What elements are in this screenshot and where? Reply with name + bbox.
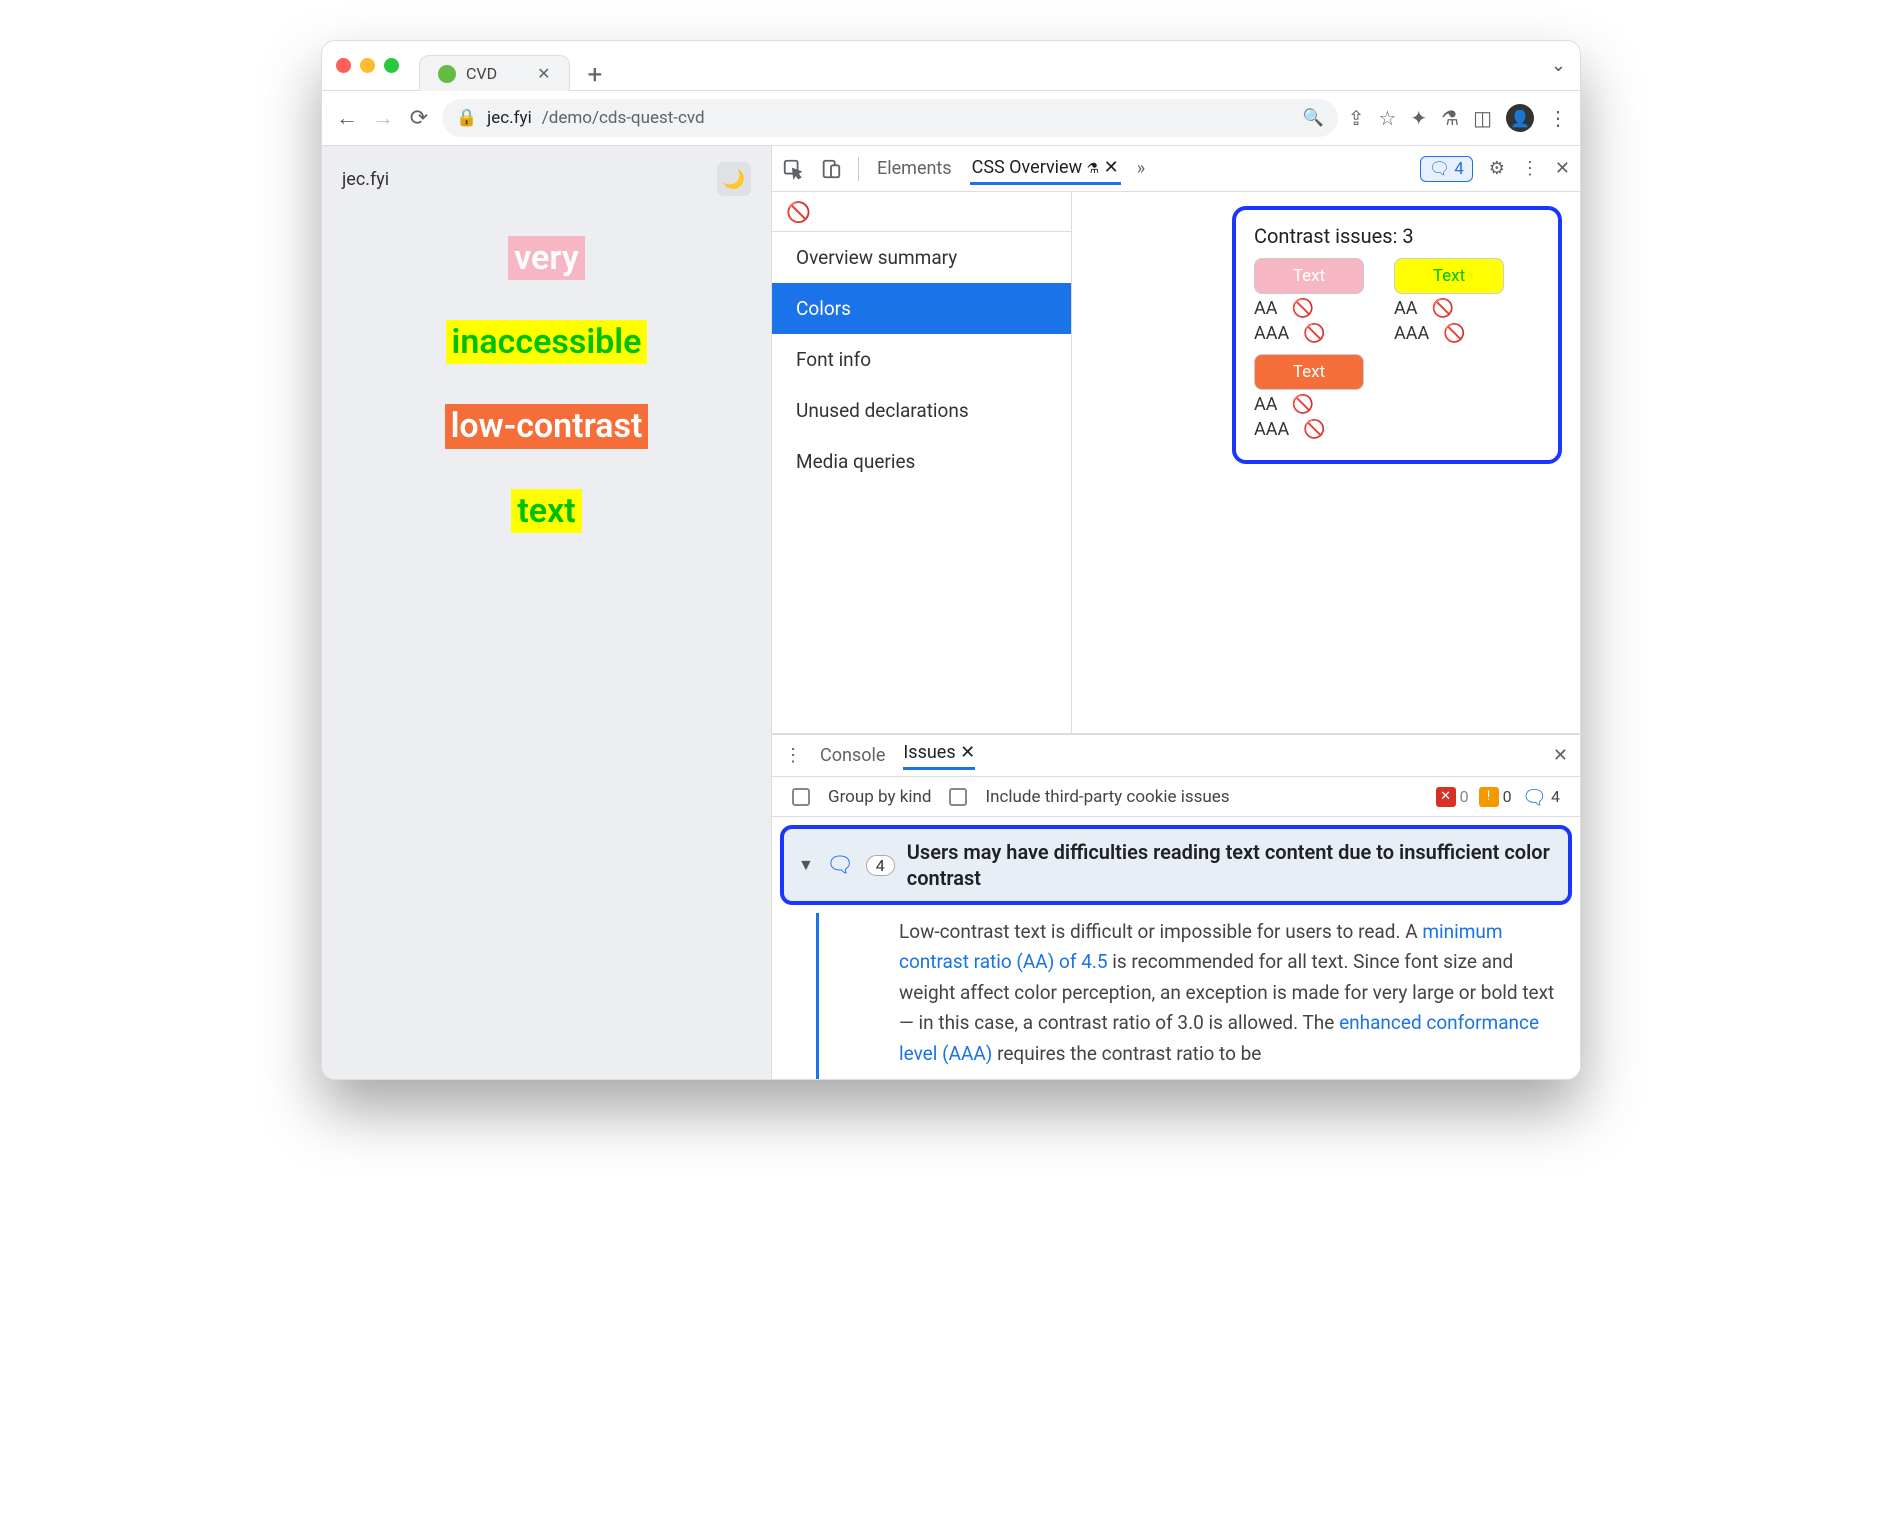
contrast-swatch[interactable]: Text <box>1254 258 1364 294</box>
issue-icon: 🗨 <box>826 853 854 878</box>
tab-title: CVD <box>466 64 497 83</box>
menu-icon[interactable]: ⋮ <box>1548 106 1568 130</box>
error-icon: ✕ <box>1436 787 1456 807</box>
prohibited-icon: 🚫 <box>1431 298 1453 319</box>
kebab-menu-icon[interactable]: ⋮ <box>1521 158 1539 179</box>
devtools-toolbar: Elements CSS Overview ⚗ ✕ » 🗨4 ⚙ ⋮ ✕ <box>772 146 1580 192</box>
prohibited-icon: 🚫 <box>1303 323 1325 344</box>
info-icon: 🗨 <box>1522 785 1547 809</box>
url-input[interactable]: 🔒 jec.fyi/demo/cds-quest-cvd 🔍 <box>442 99 1338 137</box>
bookmark-icon[interactable]: ☆ <box>1378 106 1396 130</box>
sidebar-item-colors[interactable]: Colors <box>772 283 1071 334</box>
minimize-window-button[interactable] <box>360 58 375 73</box>
rendered-page: jec.fyi 🌙 very inaccessible low-contrast… <box>322 146 772 1079</box>
theme-toggle[interactable]: 🌙 <box>717 162 751 196</box>
favicon <box>438 65 456 83</box>
profile-avatar[interactable]: 👤 <box>1506 104 1534 132</box>
issue-description: Low-contrast text is difficult or imposs… <box>816 913 1580 1079</box>
tabs-overflow-icon[interactable]: ⌄ <box>1551 55 1566 76</box>
sidebar-item-font-info[interactable]: Font info <box>772 334 1071 385</box>
url-domain: jec.fyi <box>487 108 532 128</box>
sample-text: inaccessible <box>446 320 648 364</box>
issue-icon: 🗨 <box>1429 159 1451 179</box>
extensions-icon[interactable]: ✦ <box>1410 106 1427 130</box>
sample-text: text <box>511 489 581 533</box>
close-drawer-icon[interactable]: ✕ <box>1553 745 1568 766</box>
devtools-panel: Elements CSS Overview ⚗ ✕ » 🗨4 ⚙ ⋮ ✕ 🚫 O… <box>772 146 1580 1079</box>
titlebar: CVD ✕ + ⌄ <box>322 41 1580 91</box>
more-tabs-icon[interactable]: » <box>1137 158 1145 179</box>
label-include-third-party: Include third-party cookie issues <box>985 787 1229 807</box>
issue-row[interactable]: ▼ 🗨 4 Users may have difficulties readin… <box>780 825 1572 905</box>
issue-title: Users may have difficulties reading text… <box>907 839 1554 891</box>
device-icon[interactable] <box>820 158 842 180</box>
sample-text: very <box>508 236 585 280</box>
drawer-menu-icon[interactable]: ⋮ <box>784 745 802 766</box>
new-tab-button[interactable]: + <box>578 60 613 90</box>
labs-icon[interactable]: ⚗ <box>1441 106 1459 130</box>
tab-elements[interactable]: Elements <box>875 154 954 183</box>
contrast-issues-box: Contrast issues: 3 Text AA🚫 AAA🚫 Text AA… <box>1232 206 1562 464</box>
settings-icon[interactable]: ⚙ <box>1489 158 1505 179</box>
devtools-drawer: ⋮ Console Issues ✕ ✕ Group by kind Inclu… <box>772 734 1580 1079</box>
lock-icon: 🔒 <box>456 108 477 128</box>
reload-button[interactable]: ⟳ <box>406 105 432 131</box>
site-name: jec.fyi <box>342 169 389 190</box>
tab-console[interactable]: Console <box>820 745 885 766</box>
browser-tab[interactable]: CVD ✕ <box>419 55 570 91</box>
browser-window: CVD ✕ + ⌄ ← → ⟳ 🔒 jec.fyi/demo/cds-quest… <box>321 40 1581 1080</box>
disclosure-triangle-icon[interactable]: ▼ <box>798 855 814 875</box>
close-icon[interactable]: ✕ <box>960 742 975 763</box>
prohibited-icon: 🚫 <box>1443 323 1465 344</box>
contrast-swatch[interactable]: Text <box>1254 354 1364 390</box>
zoom-window-button[interactable] <box>384 58 399 73</box>
issue-count-badge: 4 <box>866 855 895 876</box>
issues-counter[interactable]: 🗨4 <box>1420 156 1473 182</box>
url-path: /demo/cds-quest-cvd <box>542 108 705 128</box>
prohibited-icon: 🚫 <box>1303 419 1325 440</box>
window-controls <box>336 58 399 73</box>
sidebar-item-media-queries[interactable]: Media queries <box>772 436 1071 487</box>
checkbox-include-third-party[interactable] <box>949 788 967 806</box>
prohibited-icon: 🚫 <box>1291 394 1313 415</box>
inspect-icon[interactable] <box>782 158 804 180</box>
checkbox-group-by-kind[interactable] <box>792 788 810 806</box>
search-icon[interactable]: 🔍 <box>1303 108 1324 128</box>
back-button[interactable]: ← <box>334 105 360 131</box>
panel-icon[interactable]: ◫ <box>1473 106 1492 130</box>
flask-icon: ⚗ <box>1087 161 1100 177</box>
sample-text: low-contrast <box>445 404 649 448</box>
content-area: jec.fyi 🌙 very inaccessible low-contrast… <box>322 146 1580 1079</box>
tab-css-overview[interactable]: CSS Overview ⚗ ✕ <box>970 153 1121 185</box>
clear-icon[interactable]: 🚫 <box>772 192 1071 232</box>
tab-issues[interactable]: Issues ✕ <box>903 742 975 770</box>
contrast-swatch[interactable]: Text <box>1394 258 1504 294</box>
share-icon[interactable]: ⇪ <box>1348 106 1365 130</box>
css-overview-detail: Contrast issues: 3 Text AA🚫 AAA🚫 Text AA… <box>1072 192 1580 733</box>
prohibited-icon: 🚫 <box>1291 298 1313 319</box>
close-devtools-icon[interactable]: ✕ <box>1555 158 1570 179</box>
sidebar-item-overview-summary[interactable]: Overview summary <box>772 232 1071 283</box>
close-icon[interactable]: ✕ <box>1104 157 1119 178</box>
close-window-button[interactable] <box>336 58 351 73</box>
label-group-by-kind: Group by kind <box>828 787 931 807</box>
warning-icon: ! <box>1479 787 1499 807</box>
contrast-issues-title: Contrast issues: 3 <box>1254 224 1540 248</box>
close-tab-icon[interactable]: ✕ <box>537 64 550 83</box>
css-overview-sidebar: 🚫 Overview summary Colors Font info Unus… <box>772 192 1072 733</box>
address-bar: ← → ⟳ 🔒 jec.fyi/demo/cds-quest-cvd 🔍 ⇪ ☆… <box>322 91 1580 146</box>
forward-button[interactable]: → <box>370 105 396 131</box>
sidebar-item-unused-declarations[interactable]: Unused declarations <box>772 385 1071 436</box>
